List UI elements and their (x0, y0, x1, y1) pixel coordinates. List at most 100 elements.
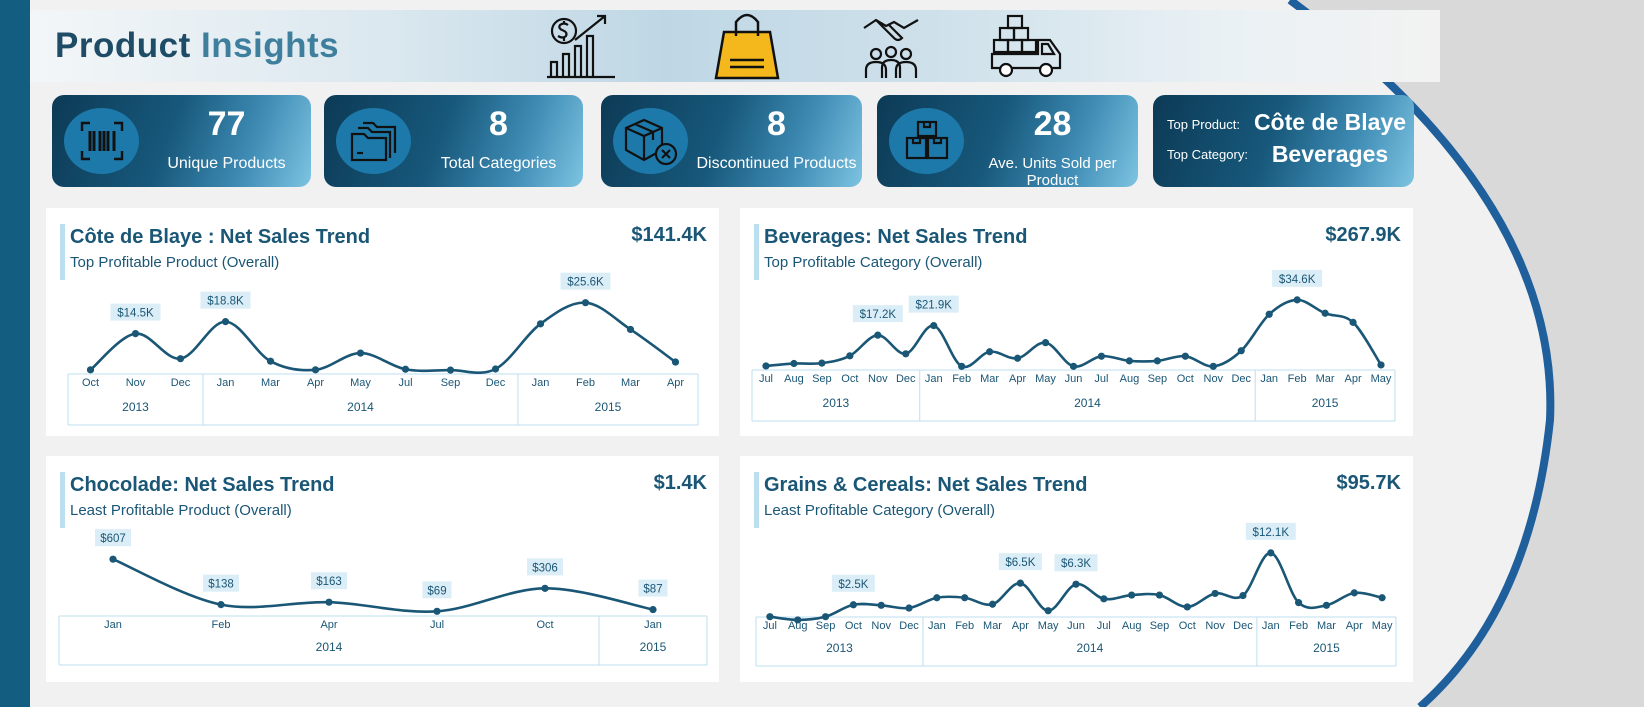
data-point (846, 352, 854, 360)
x-tick-label: Dec (1233, 620, 1253, 632)
x-tick-label: Mar (621, 377, 640, 389)
data-label-text: $6.5K (1005, 557, 1035, 569)
x-tick-label: Jul (763, 620, 777, 632)
x-tick-label: Feb (212, 619, 231, 631)
data-label-text: $87 (643, 584, 662, 596)
kpi-label: Total Categories (440, 155, 557, 172)
kpi-label: Ave. Units Sold per Product (988, 155, 1117, 189)
kpi-label: Unique Products (167, 155, 286, 172)
data-label: $14.5K (110, 303, 161, 321)
data-point (217, 601, 225, 609)
data-point (958, 362, 966, 370)
data-label: $306 (527, 558, 563, 576)
data-point (1100, 595, 1108, 603)
year-label: 2015 (1313, 641, 1340, 655)
handshake-team-icon (863, 18, 919, 78)
data-label: $163 (311, 572, 347, 590)
data-point (1267, 549, 1275, 557)
x-tick-label: May (1038, 620, 1059, 632)
data-point (1350, 589, 1358, 597)
line-chart: Jul Aug Sep Oct Nov Dec Jan Feb Mar Apr May Jun Jul A… (751, 269, 1396, 422)
data-point (1237, 347, 1245, 355)
chart-panel-least-product: Chocolade: Net Sales Trend Least Profita… (46, 456, 719, 682)
x-tick-label: Feb (952, 373, 971, 385)
x-tick-label: Apr (1012, 620, 1029, 632)
x-tick-label: Nov (1204, 373, 1224, 385)
data-point (1293, 296, 1301, 304)
data-point (1013, 354, 1022, 362)
x-tick-label: May (1372, 620, 1393, 632)
x-tick-label: Jul (398, 377, 412, 389)
data-point (1349, 318, 1357, 326)
data-label: $21.9K (908, 295, 959, 313)
year-label: 2014 (316, 640, 343, 654)
x-tick-label: Oct (82, 377, 99, 389)
data-point (491, 365, 500, 373)
line-chart: Oct Nov Dec Jan Mar Apr May Jul Sep Dec Jan Feb Mar A… (67, 272, 699, 426)
x-tick-label: Aug (784, 373, 804, 385)
data-point (1069, 362, 1078, 370)
x-axis: Jan Feb Apr Jul Oct Jan 2014 2015 (58, 615, 708, 666)
box-cancel-icon (613, 108, 688, 174)
x-tick-label: Apr (1345, 373, 1362, 385)
data-point (1153, 357, 1161, 365)
x-tick-label: Dec (1231, 373, 1251, 385)
data-point (131, 330, 140, 338)
chart-panel-top-category: Beverages: Net Sales Trend Top Profitabl… (740, 208, 1413, 436)
x-tick-label: May (1371, 373, 1392, 385)
x-tick-label: Sep (816, 620, 836, 632)
data-point (762, 362, 770, 370)
x-tick-label: Feb (576, 377, 595, 389)
data-point (1377, 361, 1385, 369)
x-tick-label: Jan (1260, 373, 1278, 385)
x-tick-label: Apr (307, 377, 324, 389)
top-category-value: Beverages (1271, 141, 1389, 167)
x-tick-label: Jan (1262, 620, 1280, 632)
chart-panel-least-category: Grains & Cereals: Net Sales Trend Least … (740, 456, 1413, 682)
data-label: $2.5K (831, 574, 875, 592)
data-point (1265, 310, 1273, 318)
x-tick-label: Nov (871, 620, 891, 632)
data-label-text: $17.2K (860, 309, 897, 321)
x-tick-label: Mar (1316, 373, 1335, 385)
data-label: $25.6K (560, 272, 611, 290)
year-label: 2014 (1074, 396, 1101, 410)
x-tick-label: Sep (812, 373, 832, 385)
kpi-unique-products: 77 Unique Products (52, 95, 311, 187)
x-tick-label: Sep (441, 377, 461, 389)
x-tick-label: Jan (104, 619, 122, 631)
data-point (1016, 579, 1024, 587)
data-point (794, 616, 802, 624)
x-axis: Jul Aug Sep Oct Nov Dec Jan Feb Mar Apr May Jun Jul A… (751, 369, 1396, 422)
x-tick-label: Aug (1120, 373, 1140, 385)
x-tick-label: Feb (955, 620, 974, 632)
x-tick-label: Nov (126, 377, 146, 389)
x-tick-label: Apr (1346, 620, 1363, 632)
data-label: $12.1K (1245, 522, 1296, 540)
kpi-value: 77 (207, 105, 246, 143)
data-label: $17.2K (852, 305, 903, 323)
data-label-text: $69 (427, 585, 446, 597)
x-tick-label: Oct (1177, 373, 1194, 385)
data-point (930, 322, 938, 330)
data-label: $87 (638, 579, 668, 597)
data-point (221, 318, 230, 326)
data-point (86, 366, 95, 374)
x-tick-label: Apr (667, 377, 684, 389)
kpi-value: 8 (767, 105, 786, 143)
x-tick-label: Jul (1097, 620, 1111, 632)
data-label-text: $138 (208, 579, 234, 591)
x-tick-label: Apr (320, 619, 337, 631)
data-label-text: $6.3K (1061, 558, 1091, 570)
data-label-text: $18.8K (207, 296, 244, 308)
data-point (1183, 603, 1191, 611)
data-label-text: $25.6K (567, 277, 604, 289)
data-label: $34.6K (1272, 269, 1323, 287)
line-chart: Jan Feb Apr Jul Oct Jan 2014 2015 $607 $138 $163 $6… (58, 529, 708, 666)
x-tick-label: Jan (217, 377, 235, 389)
x-tick-label: Oct (1179, 620, 1196, 632)
x-tick-label: Jul (1094, 373, 1108, 385)
x-tick-label: Mar (980, 373, 999, 385)
x-tick-label: Mar (1317, 620, 1336, 632)
x-tick-label: Oct (841, 373, 858, 385)
